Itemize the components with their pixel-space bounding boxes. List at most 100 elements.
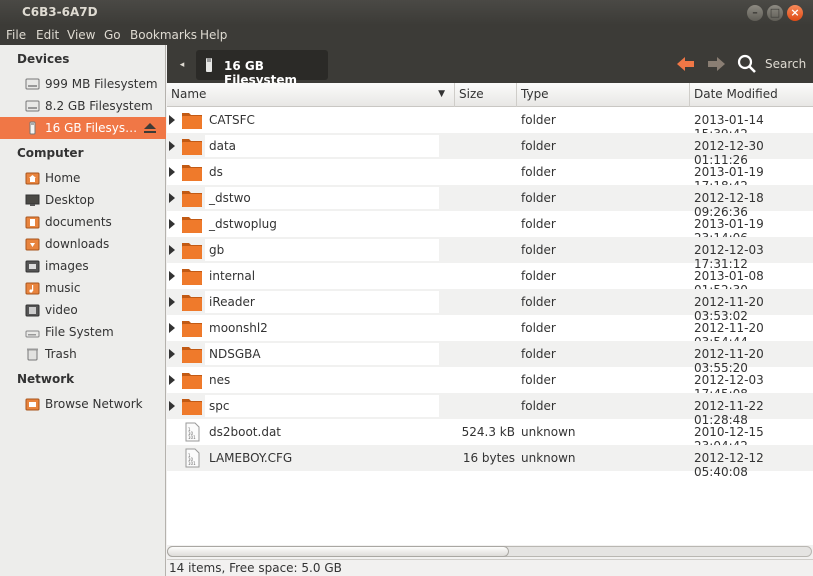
table-row[interactable]: 1 10 101 LAMEBOY.CFG 16 bytes unknown 2012-12-… <box>167 445 813 479</box>
music-folder-icon <box>25 282 40 295</box>
table-row[interactable]: spc folder 2012-11-22 01:28:48 <box>167 393 813 427</box>
file-type: unknown <box>521 425 576 439</box>
column-header-type[interactable]: Type <box>517 83 690 107</box>
sidebar-item-trash[interactable]: Trash <box>0 343 166 365</box>
minimize-icon[interactable]: – <box>747 5 763 21</box>
expander-arrow-icon[interactable] <box>169 401 175 411</box>
sidebar-item-label: documents <box>45 215 112 229</box>
breadcrumb[interactable]: 16 GB Filesystem <box>196 50 328 87</box>
binary-file-icon: 110101 <box>185 448 200 468</box>
forward-arrow-icon[interactable] <box>703 52 729 76</box>
sidebar-item-home[interactable]: Home <box>0 167 166 189</box>
file-type: folder <box>521 191 556 205</box>
usb-drive-icon <box>29 121 36 135</box>
sidebar-item-label: 999 MB Filesystem <box>45 77 158 91</box>
network-icon <box>25 398 40 411</box>
expander-arrow-icon[interactable] <box>169 193 175 203</box>
sidebar-item-16gb[interactable]: 16 GB Filesys… <box>0 117 166 139</box>
expander-arrow-icon[interactable] <box>169 375 175 385</box>
path-scroll-left-button[interactable]: ◂ <box>172 54 192 76</box>
images-folder-icon <box>25 260 40 273</box>
table-row[interactable]: 1 10 101 ds2boot.dat 524.3 kB unknown 2010-12-… <box>167 419 813 453</box>
sidebar-item-music[interactable]: music <box>0 277 166 299</box>
table-row[interactable]: iReader folder 2012-11-20 03:53:02 <box>167 289 813 323</box>
search-button-label[interactable]: Search <box>765 57 806 71</box>
sidebar-section-computer: Computer <box>17 146 84 160</box>
scrollbar-thumb[interactable] <box>167 546 509 557</box>
file-list-view: Name ▼ Size Type Date Modified CATSFC fol… <box>167 83 813 545</box>
sidebar: Devices 999 MB Filesystem 8.2 GB Filesys… <box>0 45 166 576</box>
folder-icon <box>182 399 202 415</box>
back-arrow-icon[interactable] <box>673 52 699 76</box>
expander-arrow-icon[interactable] <box>169 141 175 151</box>
expander-arrow-icon[interactable] <box>169 271 175 281</box>
expander-arrow-icon[interactable] <box>169 245 175 255</box>
expander-arrow-icon[interactable] <box>169 115 175 125</box>
expander-arrow-icon[interactable] <box>169 349 175 359</box>
maximize-icon[interactable]: □ <box>767 5 783 21</box>
title-bar[interactable]: C6B3-6A7D – □ × <box>0 0 813 25</box>
sidebar-item-documents[interactable]: documents <box>0 211 166 233</box>
binary-file-icon: 110101 <box>185 422 200 442</box>
table-row[interactable]: moonshl2folder2012-11-20 03:54:44 <box>167 315 813 349</box>
expander-arrow-icon[interactable] <box>169 297 175 307</box>
table-row[interactable]: internalfolder2013-01-08 01:52:30 <box>167 263 813 297</box>
filesystem-icon <box>25 330 40 338</box>
sidebar-item-downloads[interactable]: downloads <box>0 233 166 255</box>
desktop-icon <box>25 194 40 206</box>
sidebar-item-video[interactable]: video <box>0 299 166 321</box>
file-type: folder <box>521 269 556 283</box>
file-type: folder <box>521 321 556 335</box>
drive-icon <box>25 78 40 90</box>
table-row[interactable]: _dstwo folder 2012-12-18 09:26:36 <box>167 185 813 219</box>
table-row[interactable]: _dstwoplugfolder2013-01-19 23:14:06 <box>167 211 813 245</box>
column-header-date[interactable]: Date Modified <box>690 83 813 107</box>
sidebar-item-filesystem[interactable]: File System <box>0 321 166 343</box>
sidebar-item-images[interactable]: images <box>0 255 166 277</box>
usb-drive-icon <box>206 58 212 72</box>
sidebar-item-999mb[interactable]: 999 MB Filesystem <box>0 73 166 95</box>
file-name: internal <box>209 269 256 283</box>
menu-file[interactable]: File <box>6 28 26 42</box>
folder-icon <box>182 321 202 337</box>
horizontal-scrollbar[interactable] <box>167 545 813 559</box>
sidebar-item-8gb[interactable]: 8.2 GB Filesystem <box>0 95 166 117</box>
file-name: _dstwo <box>209 191 251 205</box>
name-cell-bg <box>205 239 439 261</box>
folder-icon <box>182 217 202 233</box>
expander-arrow-icon[interactable] <box>169 167 175 177</box>
file-name: LAMEBOY.CFG <box>209 451 293 465</box>
downloads-folder-icon <box>25 238 40 251</box>
close-icon[interactable]: × <box>787 5 803 21</box>
name-cell-bg <box>205 395 439 417</box>
column-header-size[interactable]: Size <box>455 83 517 107</box>
column-header-name[interactable]: Name ▼ <box>167 83 455 107</box>
table-row[interactable]: NDSGBA folder 2012-11-20 03:55:20 <box>167 341 813 375</box>
file-name: nes <box>209 373 231 387</box>
table-row[interactable]: dsfolder2013-01-19 17:18:42 <box>167 159 813 193</box>
table-row[interactable]: data folder 2012-12-30 01:11:26 <box>167 133 813 167</box>
sidebar-item-label: 16 GB Filesys… <box>45 121 138 135</box>
sidebar-item-label: Trash <box>45 347 77 361</box>
folder-icon <box>182 165 202 181</box>
folder-icon <box>182 269 202 285</box>
menu-go[interactable]: Go <box>104 28 121 42</box>
expander-arrow-icon[interactable] <box>169 323 175 333</box>
menu-edit[interactable]: Edit <box>36 28 59 42</box>
sort-descending-icon: ▼ <box>438 89 445 99</box>
search-icon[interactable] <box>735 52 761 76</box>
path-bar: ◂ 16 GB Filesystem Search <box>167 45 813 87</box>
name-cell-bg <box>205 135 439 157</box>
sidebar-item-browse-network[interactable]: Browse Network <box>0 393 166 415</box>
table-row[interactable]: gb folder 2012-12-03 17:31:12 <box>167 237 813 271</box>
table-row[interactable]: CATSFCfolder2013-01-14 15:39:42 <box>167 107 813 141</box>
menu-bookmarks[interactable]: Bookmarks <box>130 28 197 42</box>
drive-icon <box>25 100 40 112</box>
sidebar-item-desktop[interactable]: Desktop <box>0 189 166 211</box>
table-row[interactable]: nesfolder2012-12-03 17:45:08 <box>167 367 813 401</box>
file-type: folder <box>521 295 556 309</box>
eject-icon[interactable] <box>143 122 157 134</box>
expander-arrow-icon[interactable] <box>169 219 175 229</box>
menu-help[interactable]: Help <box>200 28 227 42</box>
menu-view[interactable]: View <box>67 28 95 42</box>
